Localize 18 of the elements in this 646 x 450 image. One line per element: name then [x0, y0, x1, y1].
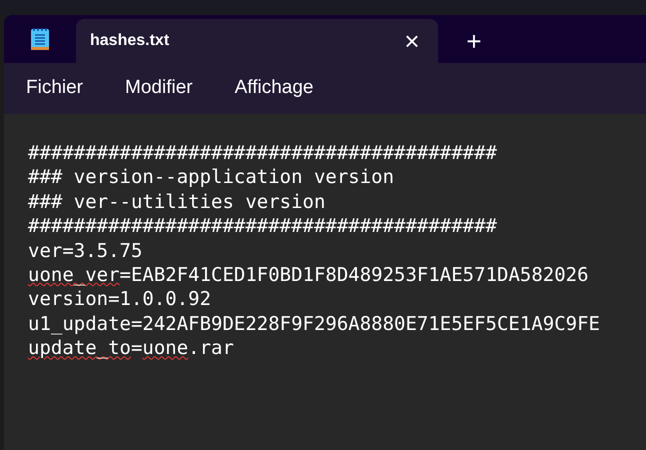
menu-item[interactable]: Fichier [14, 74, 96, 103]
text-line: ######################################### [28, 141, 497, 166]
text-line: u1_update=242AFB9DE228F9F296A8880E71E5EF5CE1A9C9FE [28, 312, 600, 336]
tab-title: hashes.txt [90, 31, 170, 51]
text-line: ### ver--utilities version [28, 190, 326, 214]
text-line: update_to=uone.rar [28, 336, 234, 361]
editor-area[interactable] [4, 114, 646, 450]
text-line: uone_ver=EAB2F41CED1F0BD1F8D489253F1AE571DA582026 [28, 263, 589, 288]
close-button[interactable]: × [394, 25, 430, 57]
text-line: ver=3.5.75 [28, 238, 142, 264]
text-line: ######################################### [28, 214, 497, 239]
new-tab-button[interactable]: + [454, 21, 494, 61]
notepad-icon [30, 27, 50, 51]
menu-item[interactable]: Modifier [113, 74, 205, 103]
text-line: ### version--application version [28, 165, 394, 190]
file-tab[interactable]: hashes.txt × [76, 19, 438, 63]
menu-item[interactable]: Affichage [222, 74, 326, 103]
text-line: version=1.0.0.92 [28, 287, 212, 312]
